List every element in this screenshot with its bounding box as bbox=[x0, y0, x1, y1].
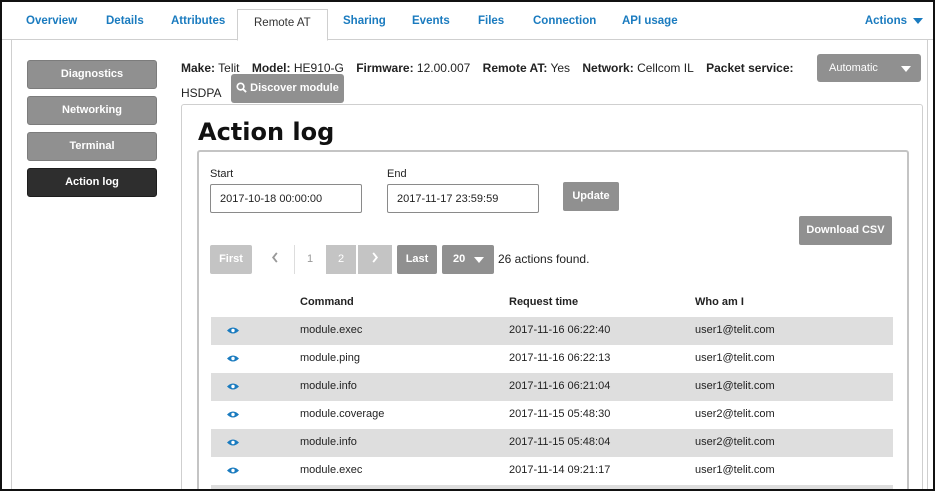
eye-icon[interactable] bbox=[226, 382, 240, 391]
sidenav-item-networking[interactable]: Networking bbox=[27, 96, 157, 125]
update-button[interactable]: Update bbox=[563, 182, 619, 211]
column-header-command: Command bbox=[300, 296, 354, 308]
tab-overview[interactable]: Overview bbox=[26, 15, 77, 27]
page-size-select[interactable]: 20 bbox=[442, 245, 494, 274]
sidenav-item-action-log[interactable]: Action log bbox=[27, 168, 157, 197]
row-who-am-i: user1@telit.com bbox=[695, 380, 775, 392]
search-icon bbox=[236, 82, 247, 93]
tab-events[interactable]: Events bbox=[412, 15, 450, 27]
first-page-button[interactable]: First bbox=[210, 245, 252, 274]
caret-down-icon bbox=[474, 257, 484, 263]
info-packet-value: HSDPA bbox=[181, 86, 222, 100]
end-date-input[interactable] bbox=[387, 184, 539, 213]
last-page-button[interactable]: Last bbox=[397, 245, 437, 274]
info-network-label: Network: bbox=[582, 61, 634, 75]
info-packet-service: Packet service: bbox=[706, 61, 793, 75]
row-command: module.coverage bbox=[300, 408, 385, 420]
mode-select-value: Automatic bbox=[829, 62, 878, 74]
discover-module-button[interactable]: Discover module bbox=[231, 74, 344, 103]
info-remote-label: Remote AT: bbox=[482, 61, 548, 75]
row-request-time: 2017-11-15 05:48:30 bbox=[509, 408, 611, 420]
info-remote-at: Remote AT: Yes bbox=[483, 61, 570, 75]
table-row bbox=[211, 485, 893, 489]
tab-api-usage[interactable]: API usage bbox=[622, 15, 678, 27]
eye-icon[interactable] bbox=[226, 354, 240, 363]
top-tab-bar: Overview Details Attributes Remote AT Sh… bbox=[2, 2, 933, 41]
info-make: Make: Telit bbox=[181, 61, 239, 75]
row-request-time: 2017-11-16 06:22:13 bbox=[509, 352, 611, 364]
tab-attributes[interactable]: Attributes bbox=[171, 15, 225, 27]
eye-icon[interactable] bbox=[226, 466, 240, 475]
actions-menu-label: Actions bbox=[864, 15, 907, 27]
row-who-am-i: user1@telit.com bbox=[695, 464, 775, 476]
row-request-time: 2017-11-14 09:21:17 bbox=[509, 464, 611, 476]
row-request-time: 2017-11-16 06:21:04 bbox=[509, 380, 611, 392]
row-command: module.exec bbox=[300, 464, 363, 476]
discover-module-label: Discover module bbox=[250, 82, 339, 94]
row-who-am-i: user2@telit.com bbox=[695, 408, 775, 420]
info-remote-value: Yes bbox=[550, 61, 571, 75]
row-command: module.exec bbox=[300, 324, 363, 336]
caret-down-icon bbox=[901, 66, 911, 72]
chevron-left-icon bbox=[271, 252, 278, 263]
table-row: module.info 2017-11-16 06:21:04 user1@te… bbox=[211, 373, 893, 401]
info-make-label: Make: bbox=[181, 61, 216, 75]
tab-files[interactable]: Files bbox=[478, 15, 504, 27]
page-2-button[interactable]: 2 bbox=[326, 245, 356, 274]
remote-at-sidenav: Diagnostics Networking Terminal Action l… bbox=[27, 60, 157, 204]
start-label: Start bbox=[210, 168, 234, 180]
actions-menu[interactable]: Actions bbox=[865, 15, 923, 27]
info-firmware: Firmware: 12.00.007 bbox=[356, 61, 470, 75]
page-title: Action log bbox=[198, 118, 335, 146]
sidenav-item-terminal[interactable]: Terminal bbox=[27, 132, 157, 161]
next-page-button[interactable] bbox=[358, 245, 392, 274]
results-count: 26 actions found. bbox=[498, 252, 590, 266]
eye-icon[interactable] bbox=[226, 326, 240, 335]
row-who-am-i: user1@telit.com bbox=[695, 352, 775, 364]
row-command: module.ping bbox=[300, 352, 360, 364]
eye-icon[interactable] bbox=[226, 410, 240, 419]
column-header-who-am-i: Who am I bbox=[695, 296, 744, 308]
info-packet-label: Packet service: bbox=[706, 61, 794, 75]
prev-page-button[interactable] bbox=[260, 245, 290, 274]
chevron-right-icon bbox=[372, 252, 379, 263]
info-model-value: HE910-G bbox=[293, 61, 344, 75]
table-row: module.info 2017-11-15 05:48:04 user2@te… bbox=[211, 429, 893, 457]
caret-down-icon bbox=[913, 17, 923, 24]
start-date-input[interactable] bbox=[210, 184, 362, 213]
download-csv-button[interactable]: Download CSV bbox=[799, 216, 892, 245]
mode-select[interactable]: Automatic bbox=[817, 54, 921, 82]
row-request-time: 2017-11-16 06:22:40 bbox=[509, 324, 611, 336]
end-label: End bbox=[387, 168, 407, 180]
info-network: Network: Cellcom IL bbox=[582, 61, 693, 75]
info-model: Model: HE910-G bbox=[252, 61, 344, 75]
app-frame: Overview Details Attributes Remote AT Sh… bbox=[0, 0, 935, 491]
info-network-value: Cellcom IL bbox=[637, 61, 694, 75]
table-row: module.exec 2017-11-16 06:22:40 user1@te… bbox=[211, 317, 893, 345]
tab-connection[interactable]: Connection bbox=[533, 15, 596, 27]
info-firmware-value: 12.00.007 bbox=[416, 61, 471, 75]
page-size-value: 20 bbox=[453, 253, 466, 265]
row-who-am-i: user2@telit.com bbox=[695, 436, 775, 448]
page-1-button[interactable]: 1 bbox=[294, 245, 325, 274]
info-firmware-label: Firmware: bbox=[356, 61, 414, 75]
row-who-am-i: user1@telit.com bbox=[695, 324, 775, 336]
table-row: module.ping 2017-11-16 06:22:13 user1@te… bbox=[211, 345, 893, 373]
table-row: module.coverage 2017-11-15 05:48:30 user… bbox=[211, 401, 893, 429]
info-model-label: Model: bbox=[251, 61, 291, 75]
row-command: module.info bbox=[300, 436, 357, 448]
sidenav-item-diagnostics[interactable]: Diagnostics bbox=[27, 60, 157, 89]
table-row: module.exec 2017-11-14 09:21:17 user1@te… bbox=[211, 457, 893, 485]
info-make-value: Telit bbox=[218, 61, 240, 75]
tab-sharing[interactable]: Sharing bbox=[343, 15, 386, 27]
eye-icon[interactable] bbox=[226, 438, 240, 447]
column-header-request-time: Request time bbox=[509, 296, 579, 308]
row-request-time: 2017-11-15 05:48:04 bbox=[509, 436, 611, 448]
row-command: module.info bbox=[300, 380, 357, 392]
tab-details[interactable]: Details bbox=[106, 15, 144, 27]
tab-remote-at[interactable]: Remote AT bbox=[237, 9, 328, 41]
